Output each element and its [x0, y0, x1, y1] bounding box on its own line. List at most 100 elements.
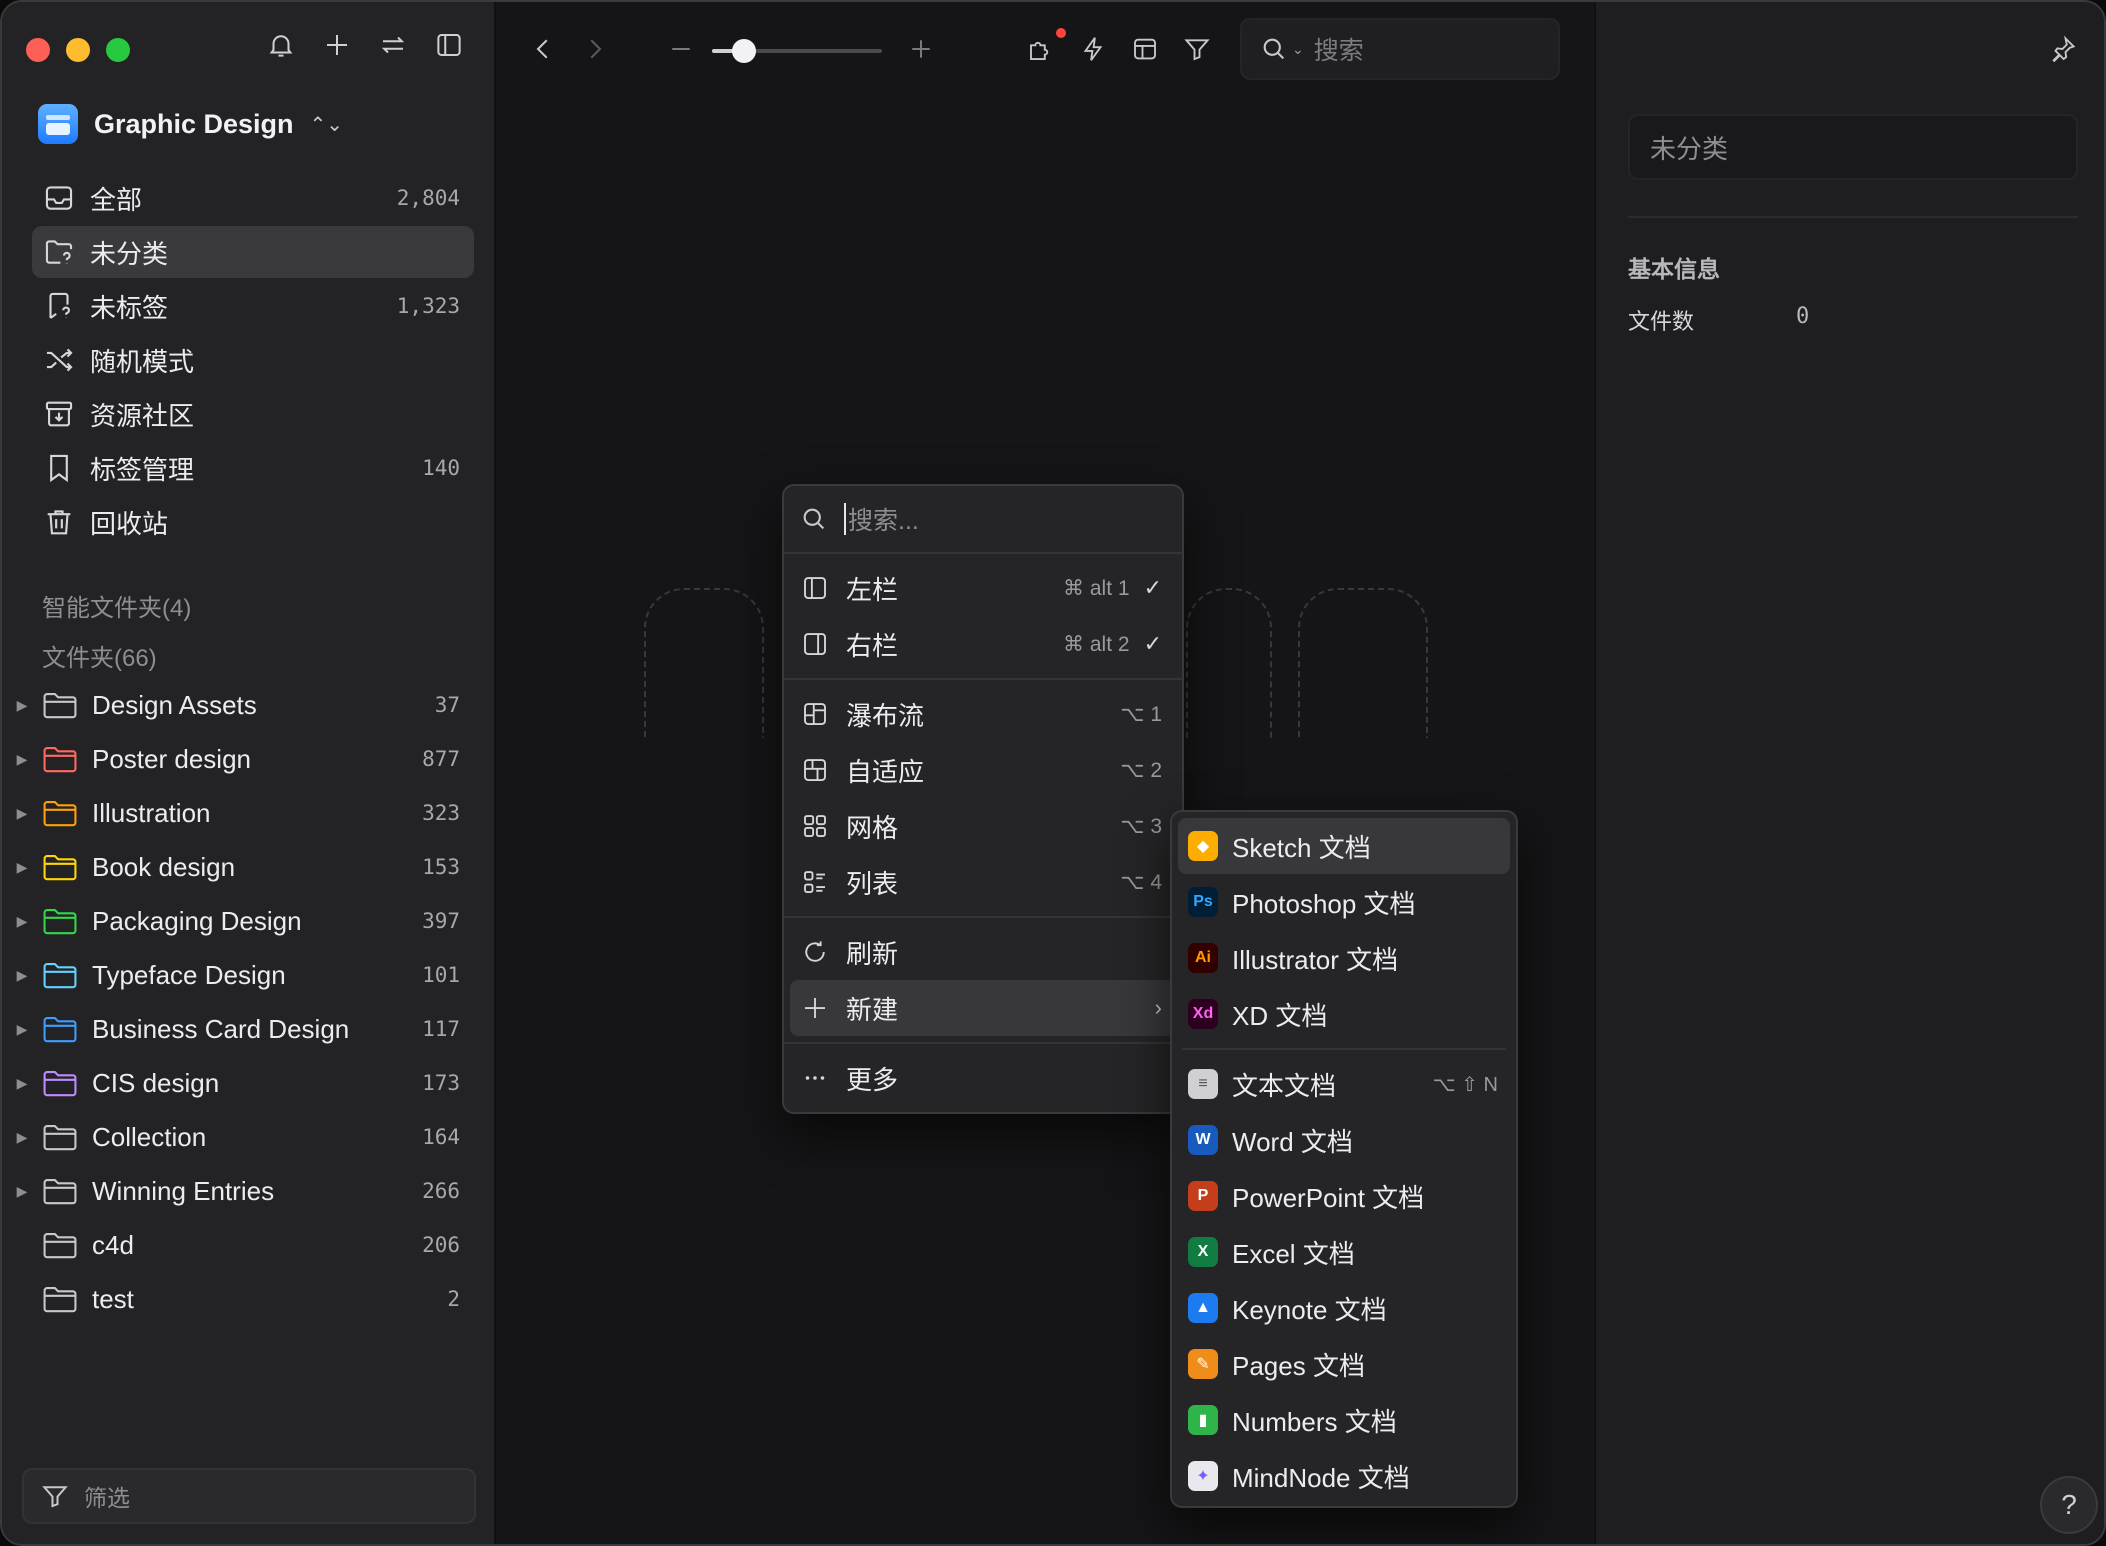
nav-item-untagged[interactable]: 未标签 1,323	[32, 280, 474, 332]
folder-count: 164	[422, 1125, 460, 1149]
submenu-item[interactable]: ✦ MindNode 文档	[1178, 1448, 1510, 1504]
nav-label: 未标签	[90, 292, 169, 323]
category-name-field[interactable]: 未分类	[1628, 114, 2078, 180]
submenu-item[interactable]: ▲ Keynote 文档	[1178, 1280, 1510, 1336]
filter-icon[interactable]	[1182, 34, 1212, 64]
pin-icon[interactable]	[2048, 34, 2078, 64]
disclosure-triangle-icon[interactable]: ▶	[12, 913, 32, 930]
new-document-submenu: ◆ Sketch 文档 Ps Photoshop 文档 Ai Illustrator 文档…	[1170, 810, 1518, 1508]
zoom-slider-knob[interactable]	[732, 39, 756, 63]
folder-item[interactable]: ▶ Business Card Design 117	[12, 1003, 474, 1055]
zoom-slider[interactable]	[712, 39, 882, 63]
chevron-right-icon: ›	[1154, 995, 1162, 1020]
disclosure-triangle-icon[interactable]: ▶	[12, 1183, 32, 1200]
disclosure-triangle-icon[interactable]: ▶	[12, 1021, 32, 1038]
menu-item-adaptive[interactable]: 自适应 ⌥ 2	[790, 742, 1176, 798]
folder-item[interactable]: ▶ Winning Entries 266	[12, 1165, 474, 1217]
menu-search-input[interactable]: 搜索...	[784, 486, 1182, 554]
menu-item-list[interactable]: 列表 ⌥ 4	[790, 854, 1176, 910]
folder-item[interactable]: ▶ Packaging Design 397	[12, 895, 474, 947]
disclosure-triangle-icon[interactable]: ▶	[12, 967, 32, 984]
folder-item[interactable]: ▶ Collection 164	[12, 1111, 474, 1163]
zoom-window-button[interactable]	[106, 38, 130, 62]
submenu-item-label: Numbers 文档	[1232, 1406, 1397, 1437]
submenu-item[interactable]: ≡ 文本文档 ⌥ ⇧ N	[1178, 1056, 1510, 1112]
menu-item-label: 列表	[846, 868, 899, 899]
back-icon[interactable]	[528, 34, 558, 64]
zoom-out-icon[interactable]	[666, 34, 696, 64]
submenu-item[interactable]: ✎ Pages 文档	[1178, 1336, 1510, 1392]
folder-item[interactable]: ▶ Design Assets 37	[12, 679, 474, 731]
nav-item-community[interactable]: 资源社区	[32, 388, 474, 440]
folder-item[interactable]: ▶ Typeface Design 101	[12, 949, 474, 1001]
forward-icon[interactable]	[580, 34, 610, 64]
menu-item-left-panel[interactable]: 左栏 ⌘ alt 1 ✓	[790, 560, 1176, 616]
disclosure-triangle-icon[interactable]: ▶	[12, 1129, 32, 1146]
menu-item-grid[interactable]: 网格 ⌥ 3	[790, 798, 1176, 854]
disclosure-triangle-icon[interactable]: ▶	[12, 805, 32, 822]
submenu-item-shortcut: ⌥ ⇧ N	[1432, 1073, 1498, 1096]
submenu-item[interactable]: ◆ Sketch 文档	[1178, 818, 1510, 874]
submenu-item[interactable]: W Word 文档	[1178, 1112, 1510, 1168]
folder-icon	[43, 963, 77, 989]
folder-item[interactable]: ▶ Illustration 323	[12, 787, 474, 839]
layout-icon[interactable]	[1130, 34, 1160, 64]
chevron-down-icon[interactable]: ⌄	[1292, 41, 1304, 58]
submenu-item[interactable]: X Excel 文档	[1178, 1224, 1510, 1280]
menu-item-right-panel[interactable]: 右栏 ⌘ alt 2 ✓	[790, 616, 1176, 672]
search-placeholder: 搜索	[1313, 37, 1364, 65]
nav-item-unsorted[interactable]: 未分类	[32, 226, 474, 278]
folder-label: Design Assets	[92, 689, 257, 720]
library-switcher[interactable]: Graphic Design ⌃⌄	[38, 102, 343, 146]
folder-label: Collection	[92, 1121, 207, 1152]
nav-item-trash[interactable]: 回收站	[32, 496, 474, 548]
menu-item-shortcut: ⌥ 2	[1120, 758, 1162, 782]
file-count-row: 文件数 0	[1628, 304, 1809, 336]
smart-folders-header[interactable]: 智能文件夹(4)	[42, 588, 191, 623]
menu-group-actions: 刷新 新建 ›	[784, 918, 1182, 1044]
disclosure-triangle-icon[interactable]: ▶	[12, 1075, 32, 1092]
menu-item-new[interactable]: 新建 ›	[790, 980, 1176, 1036]
menu-item-refresh[interactable]: 刷新	[790, 924, 1176, 980]
sync-icon[interactable]	[378, 30, 408, 60]
submenu-item[interactable]: Ai Illustrator 文档	[1178, 930, 1510, 986]
sketch-icon: ◆	[1188, 831, 1218, 861]
action-bolt-icon[interactable]	[1078, 34, 1108, 64]
disclosure-triangle-icon[interactable]: ▶	[12, 697, 32, 714]
zoom-in-icon[interactable]	[906, 34, 936, 64]
submenu-item[interactable]: Xd XD 文档	[1178, 986, 1510, 1042]
folder-item[interactable]: ▶ Book design 153	[12, 841, 474, 893]
toolbar-search-input[interactable]: ⌄ 搜索	[1240, 18, 1560, 80]
folder-icon	[43, 1287, 77, 1313]
add-icon[interactable]	[322, 30, 352, 60]
sidebar: Graphic Design ⌃⌄ 全部 2,804 未分类 未标签 1,323	[2, 2, 496, 1544]
nav-item-all[interactable]: 全部 2,804	[32, 172, 474, 224]
menu-item-waterfall[interactable]: 瀑布流 ⌥ 1	[790, 686, 1176, 742]
folders-header[interactable]: 文件夹(66)	[42, 638, 157, 673]
plugin-icon[interactable]	[1026, 34, 1056, 64]
filter-input[interactable]: 筛选	[22, 1468, 476, 1524]
bookmark-icon	[50, 454, 68, 483]
word-icon: W	[1188, 1125, 1218, 1155]
disclosure-triangle-icon[interactable]: ▶	[12, 859, 32, 876]
minimize-window-button[interactable]	[66, 38, 90, 62]
close-window-button[interactable]	[26, 38, 50, 62]
submenu-item[interactable]: P PowerPoint 文档	[1178, 1168, 1510, 1224]
submenu-item[interactable]: ▮ Numbers 文档	[1178, 1392, 1510, 1448]
nav-item-random[interactable]: 随机模式	[32, 334, 474, 386]
inspector-panel: 未分类 基本信息 文件数 0 ?	[1594, 2, 2104, 1544]
community-icon	[45, 401, 73, 427]
menu-item-label: 左栏	[846, 574, 899, 605]
bell-icon[interactable]	[266, 30, 296, 60]
toggle-sidebar-icon[interactable]	[434, 30, 464, 60]
help-button[interactable]: ?	[2040, 1476, 2098, 1534]
folder-item[interactable]: c4d 206	[12, 1219, 474, 1271]
disclosure-triangle-icon[interactable]: ▶	[12, 751, 32, 768]
folder-item[interactable]: ▶ CIS design 173	[12, 1057, 474, 1109]
folder-item[interactable]: ▶ Poster design 877	[12, 733, 474, 785]
folder-count: 2	[447, 1287, 460, 1311]
submenu-item[interactable]: Ps Photoshop 文档	[1178, 874, 1510, 930]
folder-item[interactable]: test 2	[12, 1273, 474, 1325]
menu-item-more[interactable]: 更多	[790, 1050, 1176, 1106]
nav-item-tags[interactable]: 标签管理 140	[32, 442, 474, 494]
